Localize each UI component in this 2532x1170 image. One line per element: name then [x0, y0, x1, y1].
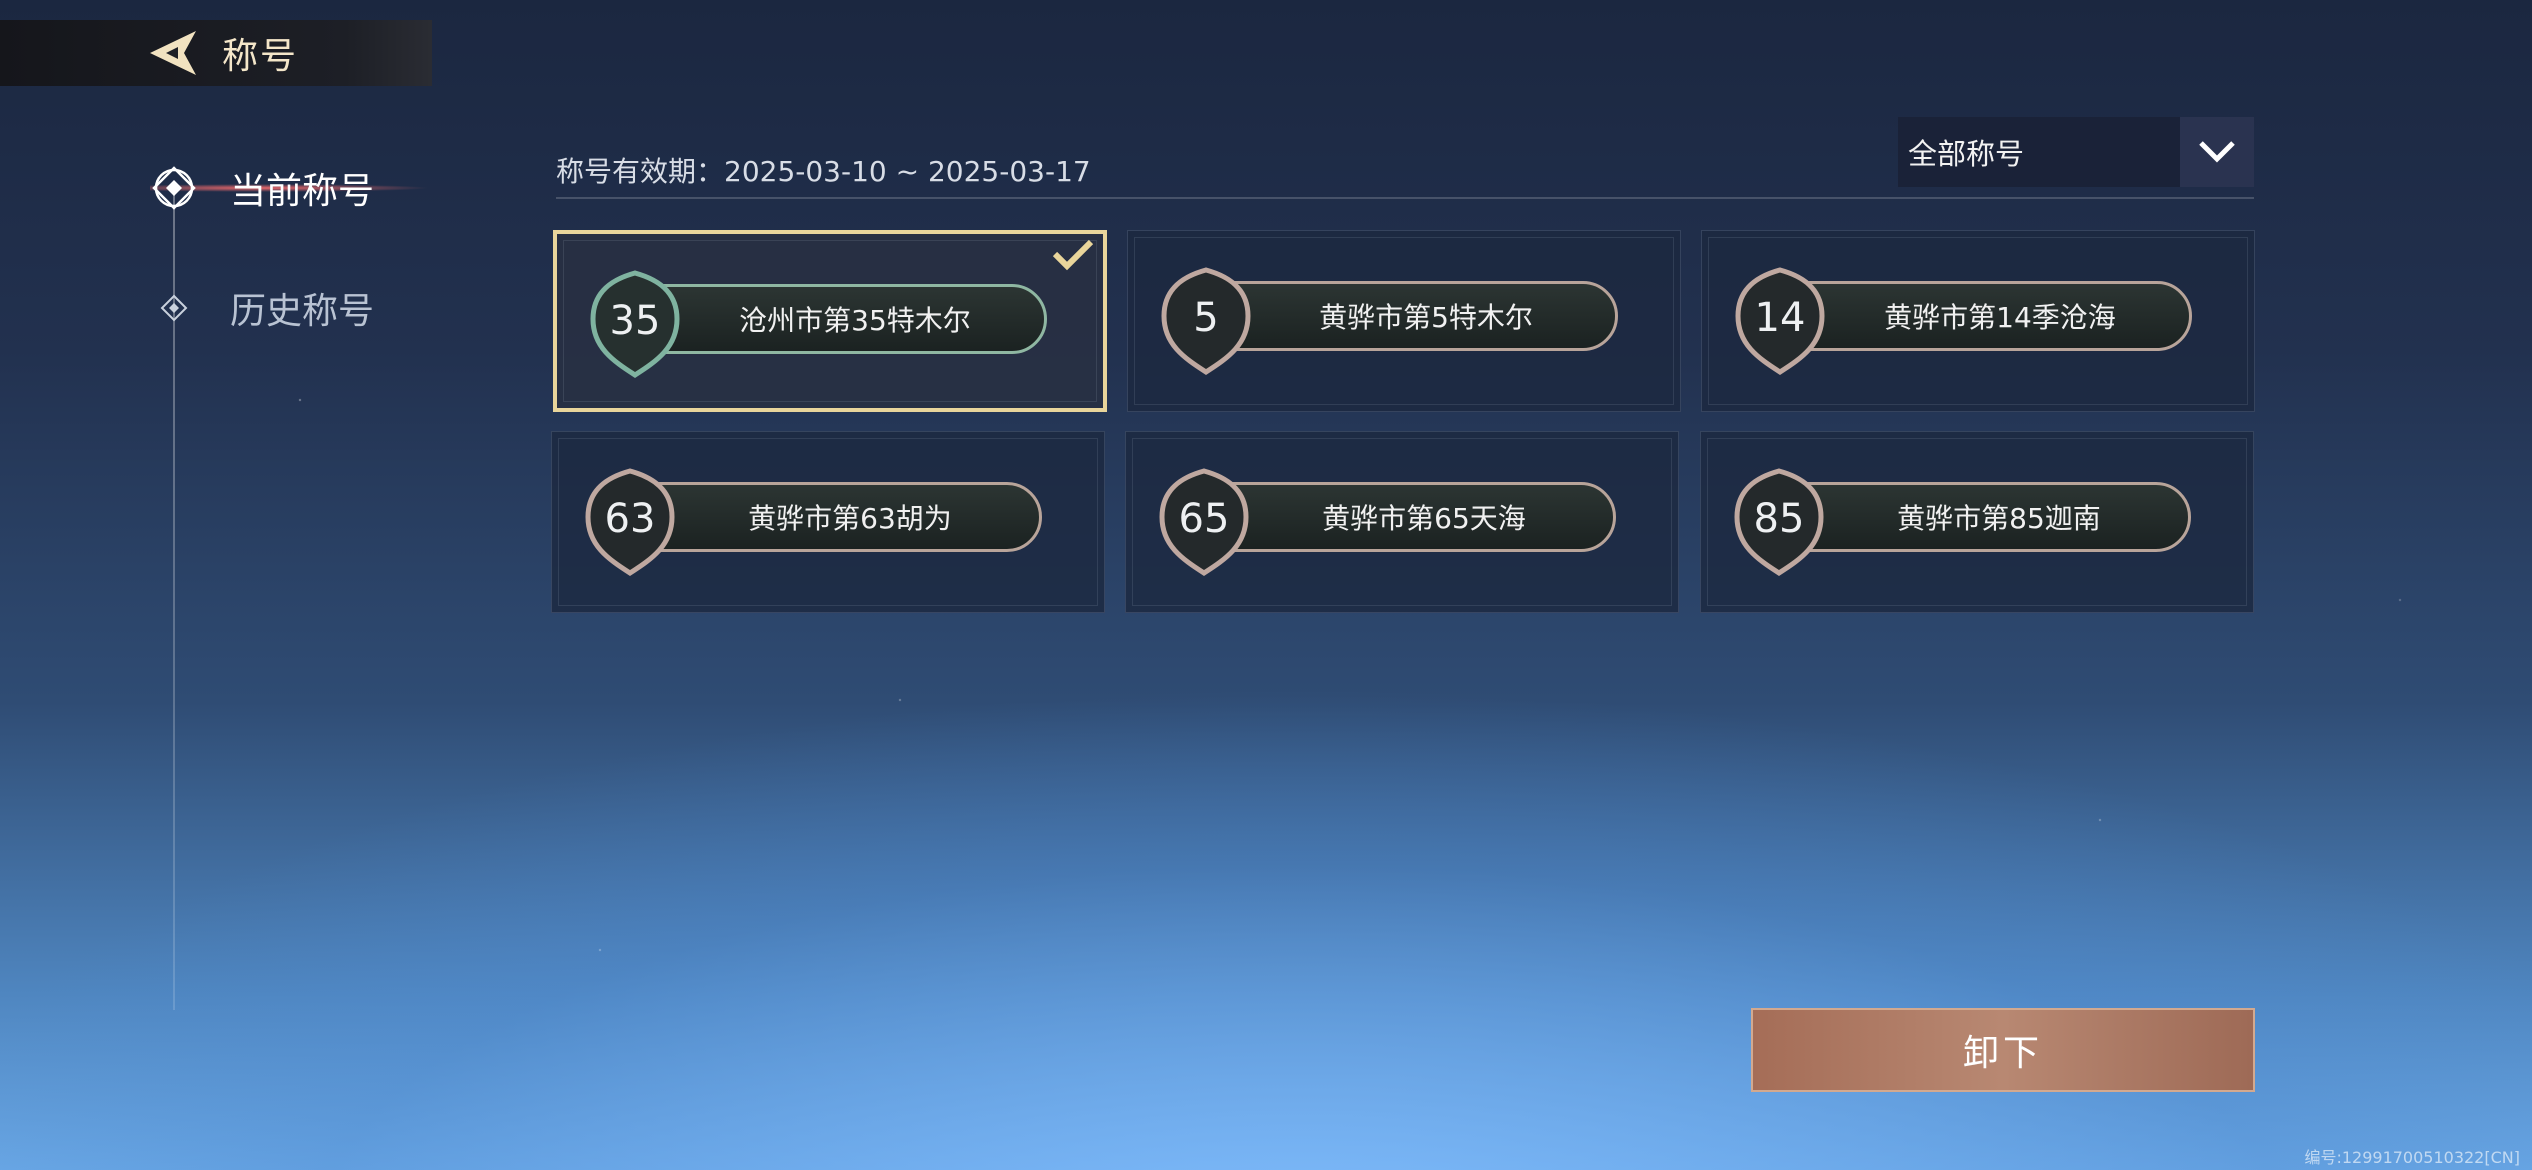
chevron-down-icon[interactable] [2180, 117, 2254, 187]
nav-label-history: 历史称号 [230, 291, 375, 332]
back-arrow-icon [150, 31, 196, 75]
title-name: 黄骅市第5特木尔 [1319, 301, 1533, 334]
title-card[interactable]: 黄骅市第85迦南 85 [1700, 431, 2254, 613]
build-id-text: 编号:1299170051032​2[CN] [2304, 1148, 2520, 1167]
divider [556, 197, 2254, 199]
diamond-active-icon [152, 166, 196, 210]
rank-badge: 35 [587, 269, 683, 379]
title-card[interactable]: 沧州市第35特木尔 35 [553, 230, 1107, 412]
rank-badge: 85 [1731, 467, 1827, 577]
back-button[interactable] [136, 23, 208, 83]
rank-number: 63 [604, 496, 656, 542]
title-plate: 黄骅市第85迦南 [1771, 482, 2191, 552]
title-plate: 沧州市第35特木尔 [627, 284, 1047, 354]
rank-badge: 65 [1156, 467, 1252, 577]
page-title: 称号 [222, 36, 299, 77]
rank-number: 5 [1193, 295, 1219, 341]
title-plate: 黄骅市第65天海 [1196, 482, 1616, 552]
nav-item-current-title[interactable]: 当前称号 [148, 162, 374, 214]
title-plate: 黄骅市第5特木尔 [1198, 281, 1618, 351]
validity-text: 称号有效期：2025-03-10 ~ 2025-03-17 [556, 155, 1091, 188]
rank-badge: 5 [1158, 266, 1254, 376]
nav-label-current: 当前称号 [230, 171, 375, 212]
title-card[interactable]: 黄骅市第5特木尔 5 [1127, 230, 1681, 412]
title-filter-dropdown[interactable]: 全部称号 [1898, 117, 2254, 187]
title-name: 黄骅市第65天海 [1322, 502, 1526, 535]
rank-badge: 63 [582, 467, 678, 577]
check-icon [1052, 239, 1094, 271]
title-card[interactable]: 黄骅市第14季沧海 14 [1701, 230, 2255, 412]
header-bar: 称号 [0, 20, 432, 86]
title-name: 沧州市第35特木尔 [739, 304, 971, 337]
rank-number: 35 [609, 298, 661, 344]
filter-selected-value: 全部称号 [1898, 117, 2180, 187]
title-name: 黄骅市第85迦南 [1897, 502, 2101, 535]
title-plate: 黄骅市第14季沧海 [1772, 281, 2192, 351]
title-card[interactable]: 黄骅市第63胡为 63 [551, 431, 1105, 613]
rank-number: 85 [1753, 496, 1805, 542]
nav-item-history-title[interactable]: 历史称号 [160, 282, 374, 334]
unload-button-label: 卸下 [1962, 1033, 2043, 1074]
rank-number: 14 [1754, 295, 1806, 341]
unload-button[interactable]: 卸下 [1751, 1008, 2255, 1092]
title-card[interactable]: 黄骅市第65天海 65 [1125, 431, 1679, 613]
title-name: 黄骅市第63胡为 [748, 502, 952, 535]
title-name: 黄骅市第14季沧海 [1884, 301, 2116, 334]
title-plate: 黄骅市第63胡为 [622, 482, 1042, 552]
diamond-icon [160, 294, 188, 322]
rank-badge: 14 [1732, 266, 1828, 376]
rank-number: 65 [1178, 496, 1230, 542]
